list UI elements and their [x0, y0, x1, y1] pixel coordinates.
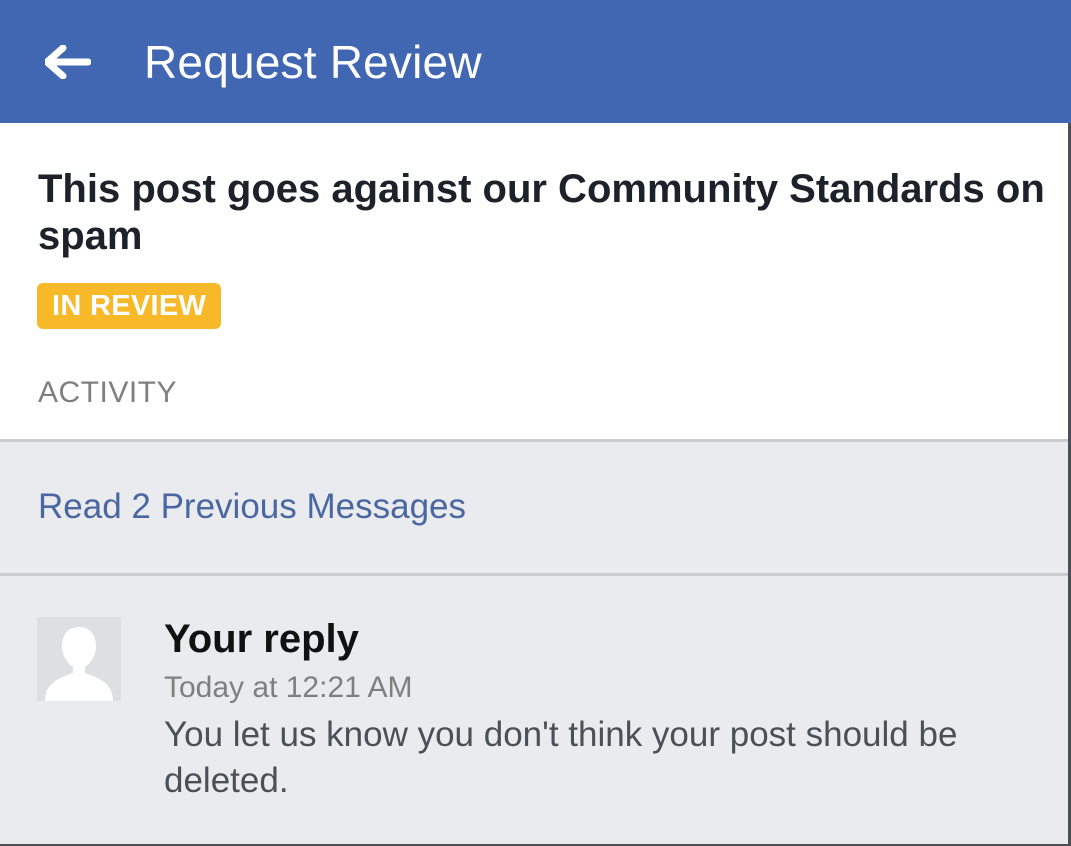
app-bar: Request Review — [0, 0, 1071, 123]
message-item: Your reply Today at 12:21 AM You let us … — [0, 576, 1071, 846]
back-button[interactable] — [30, 22, 106, 102]
status-badge: IN REVIEW — [37, 283, 222, 329]
message-author: Your reply — [164, 617, 359, 661]
default-avatar-icon — [37, 617, 121, 701]
activity-section-label: ACTIVITY — [38, 376, 178, 409]
page-title: Request Review — [144, 36, 482, 88]
report-title: This post goes against our Community Sta… — [38, 167, 1045, 258]
arrow-left-icon — [45, 45, 91, 79]
read-previous-messages-link[interactable]: Read 2 Previous Messages — [0, 442, 1071, 576]
avatar[interactable] — [37, 617, 121, 701]
message-body: You let us know you don't think your pos… — [164, 715, 958, 800]
report-card: This post goes against our Community Sta… — [0, 123, 1071, 442]
request-review-screen: Request Review This post goes against ou… — [0, 0, 1071, 846]
read-previous-messages-label: Read 2 Previous Messages — [38, 487, 466, 526]
message-timestamp: Today at 12:21 AM — [164, 671, 413, 704]
